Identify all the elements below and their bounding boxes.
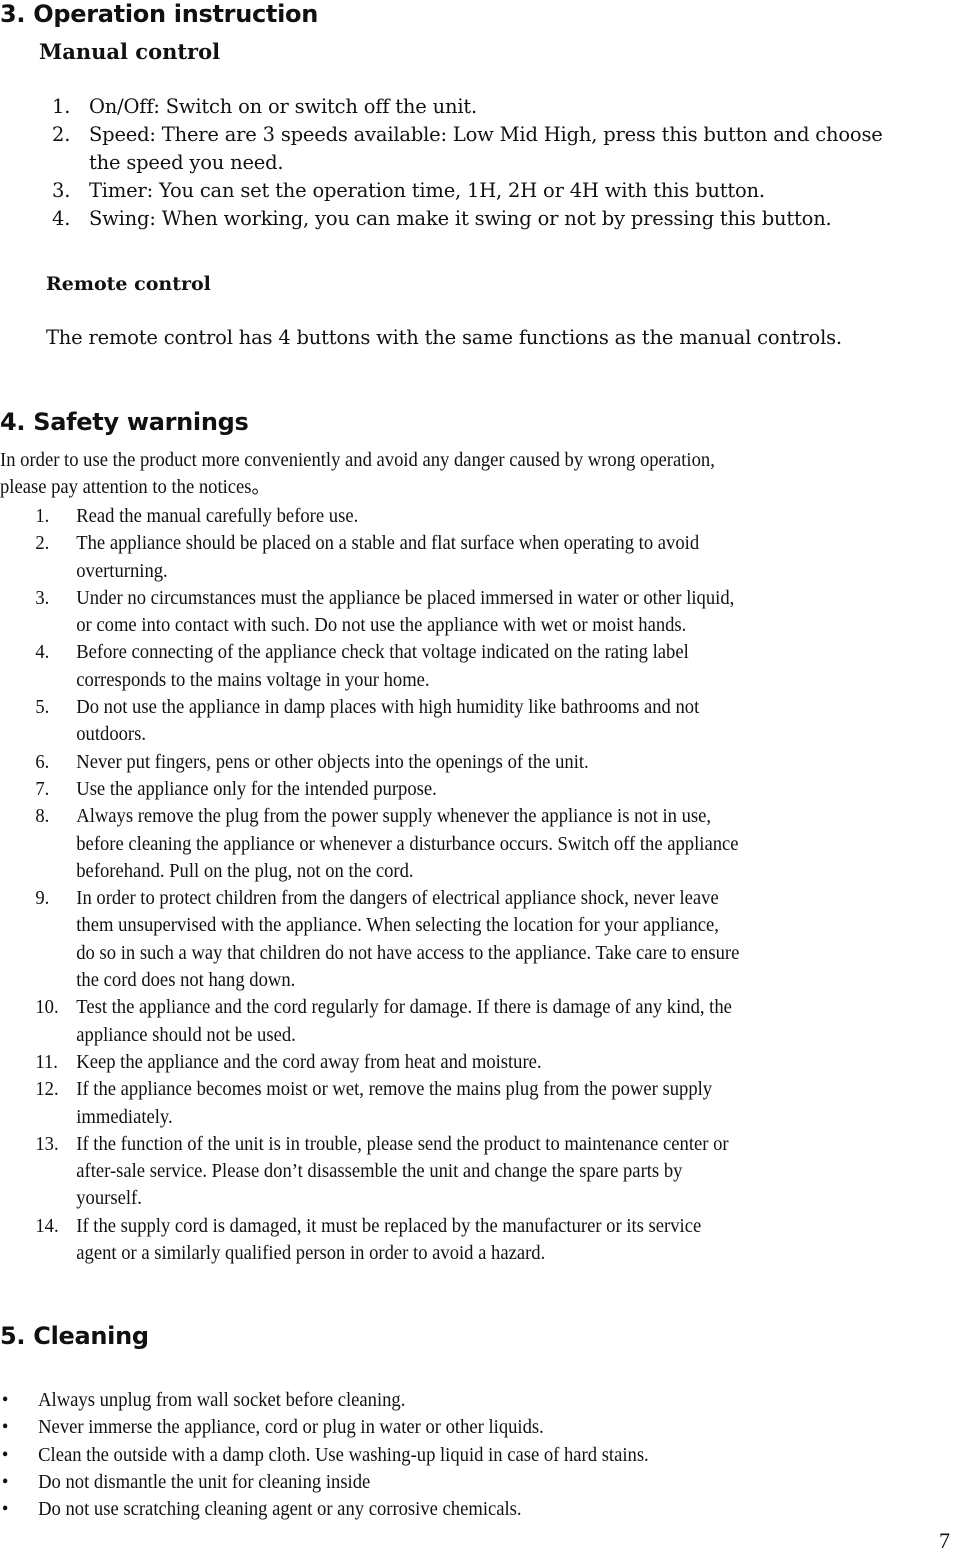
item-number: 7. (35, 777, 50, 800)
safety-item: 3. Under no circumstances must the appli… (0, 585, 960, 640)
item-text: On/Off: Switch on or switch off the unit… (89, 95, 478, 118)
bullet-icon: • (1, 1389, 9, 1411)
item-number: 9. (35, 887, 50, 910)
item-text: Timer: You can set the operation time, 1… (89, 179, 765, 202)
manual-control-item: 4. Swing: When working, you can make it … (0, 205, 883, 233)
item-number: 3. (35, 586, 50, 609)
safety-intro: In order to use the product more conveni… (0, 447, 960, 502)
item-text: immediately. (76, 1105, 173, 1128)
remote-control-text: The remote control has 4 buttons with th… (46, 326, 842, 349)
item-text: agent or a similarly qualified person in… (76, 1242, 546, 1265)
cleaning-item: • Never immerse the appliance, cord or p… (0, 1414, 960, 1441)
cleaning-list: • Always unplug from wall socket before … (0, 1387, 960, 1523)
item-text: Use the appliance only for the intended … (76, 777, 437, 800)
item-text: the cord does not hang down. (76, 969, 296, 992)
item-text: Always remove the plug from the power su… (76, 805, 712, 828)
safety-item: 6. Never put fingers, pens or other obje… (0, 749, 960, 776)
item-text: them unsupervised with the appliance. Wh… (76, 914, 719, 937)
item-text: If the appliance becomes moist or wet, r… (76, 1078, 713, 1101)
safety-warnings-list: 1. Read the manual carefully before use.… (0, 503, 960, 1267)
item-text: If the supply cord is damaged, it must b… (76, 1214, 702, 1237)
item-text: In order to protect children from the da… (76, 887, 719, 910)
cleaning-item: • Always unplug from wall socket before … (0, 1387, 960, 1414)
item-text: Do not dismantle the unit for cleaning i… (38, 1470, 371, 1493)
item-number: 1. (52, 95, 71, 118)
item-number: 8. (35, 805, 50, 828)
manual-page: 3. Operation instruction Manual control … (0, 0, 960, 1554)
item-text: before cleaning the appliance or wheneve… (76, 832, 739, 855)
item-number: 11. (35, 1050, 58, 1073)
safety-item: 10. Test the appliance and the cord regu… (0, 994, 960, 1049)
item-number: 2. (52, 123, 71, 146)
section-5-heading: 5. Cleaning (0, 1322, 149, 1350)
item-number: 3. (52, 179, 71, 202)
section-4-heading: 4. Safety warnings (0, 408, 249, 436)
safety-item: 2. The appliance should be placed on a s… (0, 530, 960, 585)
item-text: Do not use scratching cleaning agent or … (38, 1498, 522, 1521)
item-text: Never put fingers, pens or other objects… (76, 750, 589, 773)
item-text: Never immerse the appliance, cord or plu… (38, 1416, 544, 1439)
item-text: Clean the outside with a damp cloth. Use… (38, 1443, 649, 1466)
safety-item: 1. Read the manual carefully before use. (0, 503, 960, 530)
safety-item: 5. Do not use the appliance in damp plac… (0, 694, 960, 749)
manual-control-heading: Manual control (39, 39, 221, 64)
item-text: Read the manual carefully before use. (76, 505, 359, 527)
item-number: 14. (35, 1214, 59, 1237)
item-text: outdoors. (76, 723, 147, 746)
safety-item: 7. Use the appliance only for the intend… (0, 776, 960, 803)
item-text: appliance should not be used. (76, 1023, 296, 1046)
bullet-icon: • (1, 1443, 9, 1466)
item-text: Keep the appliance and the cord away fro… (76, 1050, 542, 1073)
item-text: The appliance should be placed on a stab… (76, 532, 700, 555)
item-number: 1. (35, 505, 50, 527)
item-text: Under no circumstances must the applianc… (76, 586, 735, 609)
cleaning-item: • Clean the outside with a damp cloth. U… (0, 1442, 960, 1469)
bullet-icon: • (1, 1498, 9, 1521)
manual-control-item: 2. Speed: There are 3 speeds available: … (0, 121, 883, 177)
item-text: Always unplug from wall socket before cl… (38, 1389, 406, 1411)
safety-item: 9. In order to protect children from the… (0, 885, 960, 994)
cleaning-item: • Do not use scratching cleaning agent o… (0, 1496, 960, 1523)
item-number: 10. (35, 996, 59, 1019)
section-3-heading: 3. Operation instruction (0, 0, 318, 28)
remote-control-heading: Remote control (46, 273, 211, 295)
safety-item: 8. Always remove the plug from the power… (0, 803, 960, 885)
item-text: overturning. (76, 559, 168, 582)
manual-control-list: 1. On/Off: Switch on or switch off the u… (0, 93, 883, 233)
item-number: 2. (35, 532, 50, 555)
item-number: 4. (35, 641, 50, 664)
item-text: Test the appliance and the cord regularl… (76, 996, 732, 1019)
safety-item: 11. Keep the appliance and the cord away… (0, 1049, 960, 1076)
cleaning-item: • Do not dismantle the unit for cleaning… (0, 1469, 960, 1496)
item-number: 13. (35, 1132, 59, 1155)
item-text: Before connecting of the appliance check… (76, 641, 689, 664)
item-text: or come into contact with such. Do not u… (76, 614, 687, 637)
item-text: Swing: When working, you can make it swi… (89, 207, 832, 230)
manual-control-item: 3. Timer: You can set the operation time… (0, 177, 883, 205)
manual-control-item: 1. On/Off: Switch on or switch off the u… (0, 93, 883, 121)
intro-line: In order to use the product more conveni… (0, 449, 715, 471)
item-text: yourself. (76, 1187, 142, 1210)
safety-item: 13. If the function of the unit is in tr… (0, 1131, 960, 1213)
item-number: 6. (35, 750, 50, 773)
intro-line: please pay attention to the notices。 (0, 476, 271, 499)
page-number: 7 (939, 1528, 950, 1553)
item-number: 4. (52, 207, 71, 230)
item-number: 12. (35, 1078, 59, 1101)
safety-item: 12. If the appliance becomes moist or we… (0, 1076, 960, 1131)
bullet-icon: • (1, 1470, 9, 1493)
item-text: Speed: There are 3 speeds available: Low… (89, 123, 883, 146)
item-text: do so in such a way that children do not… (76, 941, 740, 964)
item-text: the speed you need. (89, 151, 284, 174)
item-text: If the function of the unit is in troubl… (76, 1132, 729, 1155)
safety-item: 14. If the supply cord is damaged, it mu… (0, 1213, 960, 1268)
item-text: Do not use the appliance in damp places … (76, 696, 700, 719)
item-text: beforehand. Pull on the plug, not on the… (76, 859, 414, 882)
item-text: corresponds to the mains voltage in your… (76, 668, 430, 691)
safety-item: 4. Before connecting of the appliance ch… (0, 639, 960, 694)
item-number: 5. (35, 696, 50, 719)
item-text: after-sale service. Please don’t disasse… (76, 1160, 683, 1183)
bullet-icon: • (1, 1416, 9, 1439)
